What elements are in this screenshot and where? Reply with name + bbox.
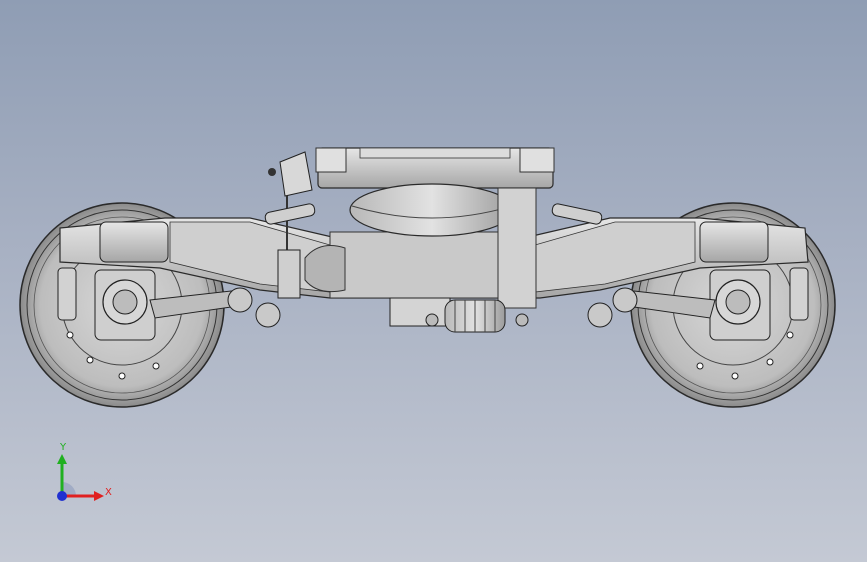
graphics-viewport[interactable]: Y X <box>0 0 867 562</box>
coordinate-triad-icon <box>57 454 104 501</box>
bogie-3d-model[interactable] <box>0 0 867 562</box>
x-axis-label: X <box>105 487 112 498</box>
coordinate-triad: Y X <box>48 440 118 510</box>
y-axis-label: Y <box>60 442 67 453</box>
